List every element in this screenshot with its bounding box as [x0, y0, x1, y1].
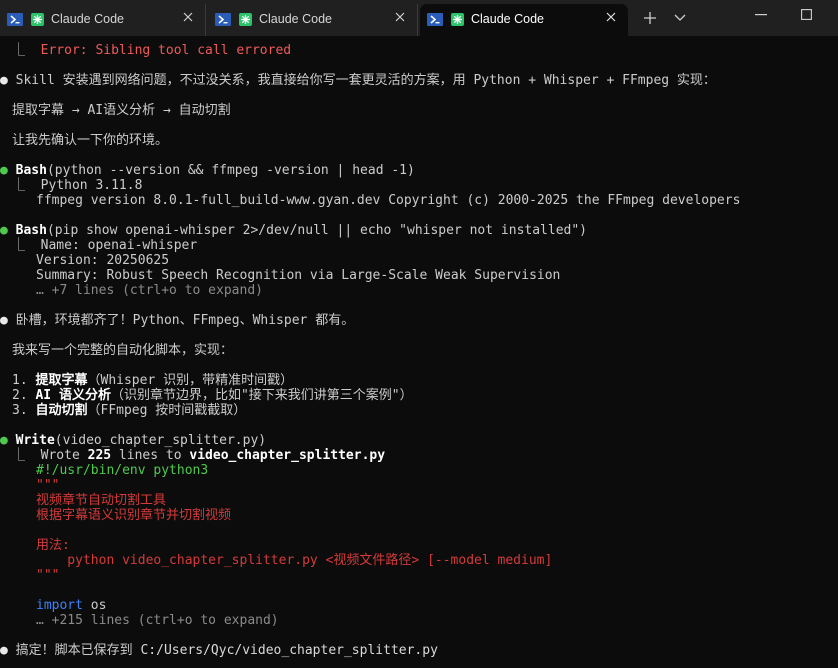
tool-call-write: ● Write(video_chapter_splitter.py): [0, 433, 267, 448]
tab-title: Claude Code: [471, 12, 544, 26]
tab-title: Claude Code: [51, 12, 124, 26]
tab-2[interactable]: Claude Code: [208, 4, 418, 36]
powershell-icon: [7, 13, 23, 26]
tab-title: Claude Code: [259, 12, 332, 26]
tab-1[interactable]: Claude Code: [0, 4, 206, 36]
code-line: """: [36, 478, 60, 493]
code-line: python video_chapter_splitter.py <视频文件路径…: [36, 553, 553, 568]
tool-call-bash: ● Bash(python --version && ffmpeg -versi…: [0, 163, 415, 178]
expand-hint[interactable]: … +215 lines (ctrl+o to expand): [36, 613, 279, 628]
claude-code-icon: [239, 13, 252, 26]
list-item: 3. 自动切割（FFmpeg 按时间戳截取）: [12, 403, 247, 418]
tool-output: ffmpeg version 8.0.1-full_build-www.gyan…: [36, 193, 741, 208]
tool-output: ⎿ Wrote 225 lines to video_chapter_split…: [12, 448, 386, 463]
code-line: 视频章节自动切割工具: [36, 493, 167, 508]
tab-3[interactable]: Claude Code: [420, 4, 628, 36]
close-icon[interactable]: [183, 12, 193, 22]
terminal-output[interactable]: ⎿ Error: Sibling tool call errored ● Ski…: [0, 36, 838, 668]
list-item: 2. AI 语义分析（识别章节边界，比如"接下来我们讲第三个案例"）: [12, 388, 413, 403]
expand-hint[interactable]: … +7 lines (ctrl+o to expand): [36, 283, 263, 298]
tool-call-bash: ● Bash(pip show openai-whisper 2>/dev/nu…: [0, 223, 588, 238]
code-line: import os: [36, 598, 107, 613]
message-line: 提取字幕 → AI语义分析 → 自动切割: [12, 103, 231, 118]
tool-output: Summary: Robust Speech Recognition via L…: [36, 268, 561, 283]
message-line: 我来写一个完整的自动化脚本，实现：: [12, 343, 234, 358]
close-icon[interactable]: [395, 12, 405, 22]
claude-code-icon: [31, 13, 44, 26]
new-tab-icon[interactable]: [643, 11, 657, 25]
minimize-icon[interactable]: [755, 14, 767, 16]
code-line: """: [36, 568, 60, 583]
close-icon[interactable]: [606, 12, 616, 22]
maximize-icon[interactable]: [801, 9, 812, 20]
message-line: ● 搞定！脚本已保存到 C:/Users/Qyc/video_chapter_s…: [0, 643, 438, 658]
tab-bar: Claude Code Claude Code Claude Code: [0, 0, 838, 36]
powershell-icon: [215, 13, 231, 26]
file-path: C:/Users/Qyc/video_chapter_splitter.py: [140, 643, 438, 658]
powershell-icon: [427, 13, 443, 26]
tool-output: ⎿ Python 3.11.8: [12, 178, 143, 193]
code-line: 根据字幕语义识别章节并切割视频: [36, 508, 232, 523]
message-line: ● Skill 安装遇到网络问题，不过没关系，我直接给你写一套更灵活的方案，用 …: [0, 73, 716, 88]
code-line: #!/usr/bin/env python3: [36, 463, 209, 478]
message-line: ● 卧槽，环境都齐了！Python、FFmpeg、Whisper 都有。: [0, 313, 355, 328]
dropdown-icon[interactable]: [674, 14, 686, 22]
tool-output: ⎿ Name: openai-whisper: [12, 238, 198, 253]
claude-code-icon: [451, 13, 464, 26]
error-line: ⎿ Error: Sibling tool call errored: [12, 43, 292, 58]
list-item: 1. 提取字幕（Whisper 识别，带精准时间戳）: [12, 373, 294, 388]
code-line: 用法:: [36, 538, 70, 553]
tool-output: Version: 20250625: [36, 253, 170, 268]
message-line: 让我先确认一下你的环境。: [12, 133, 169, 148]
